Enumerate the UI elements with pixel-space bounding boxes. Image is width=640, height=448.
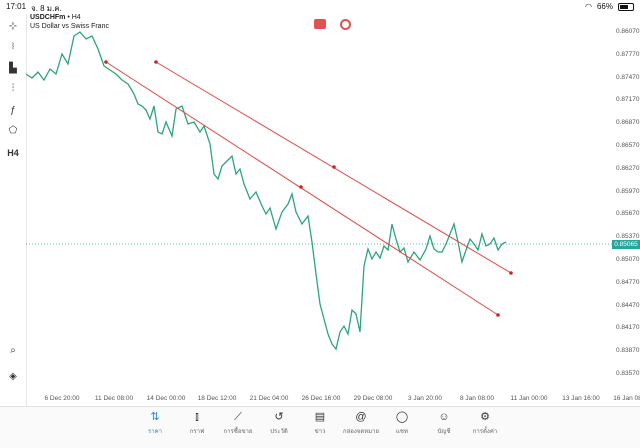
- nav-settings[interactable]: ⚙ การตั้งค่า: [465, 410, 505, 436]
- time-tick: 18 Dec 12:00: [197, 395, 237, 402]
- nav-label: ข่าว: [314, 429, 326, 435]
- history-icon: ↺: [274, 411, 284, 423]
- nav-history[interactable]: ↺ ประวัติ: [259, 410, 299, 436]
- nav-label: ประวัติ: [270, 429, 288, 435]
- chat-icon: ◯: [395, 411, 409, 423]
- nav-label: แชท: [396, 429, 408, 435]
- nav-label: การตั้งค่า: [472, 429, 498, 435]
- nav-label: การซื้อขาย: [223, 429, 253, 435]
- channel-lower-line[interactable]: [105, 61, 499, 316]
- time-tick: 11 Dec 08:00: [94, 395, 134, 402]
- price-tick: 0.85670: [616, 210, 640, 218]
- price-tick: 0.86270: [616, 164, 640, 172]
- price-tick: 0.84170: [616, 324, 640, 332]
- user-icon: ☺: [438, 411, 450, 423]
- nav-chart[interactable]: ⫾ กราฟ: [177, 410, 217, 436]
- price-tick: 0.86570: [616, 142, 640, 149]
- drawing-toolbar: ⊹ ⧘ ▙ ⫶ ƒ ⬠ H4 ⌕ ◈: [0, 14, 27, 406]
- news-icon: ▤: [314, 411, 326, 423]
- status-right: ◠ 66%: [585, 2, 634, 11]
- bottom-navigation: ⇅ ราคา ⫾ กราฟ ⟋ การซื้อขาย ↺ ประวัติ ▤ ข่าว @ กล่อง…: [0, 406, 640, 448]
- time-tick: 21 Dec 04:00: [249, 395, 289, 402]
- battery-icon: [618, 2, 634, 11]
- wifi-icon: ◠: [585, 2, 592, 11]
- channel-anchor-point[interactable]: [104, 60, 108, 64]
- time-tick: 13 Jan 16:00: [562, 395, 600, 402]
- bars-icon[interactable]: ▙: [6, 62, 20, 76]
- timeframe-label[interactable]: H4: [6, 146, 20, 160]
- at-icon: @: [355, 411, 367, 423]
- objects-icon[interactable]: ⬠: [6, 124, 20, 138]
- price-tick: 0.83870: [616, 347, 640, 355]
- nav-label: กราฟ: [189, 429, 205, 435]
- nav-label: ราคา: [148, 429, 162, 435]
- function-icon[interactable]: ƒ: [6, 104, 20, 118]
- candles-icon: ⫾: [195, 411, 199, 423]
- channel-anchor-point[interactable]: [509, 271, 513, 275]
- gear-icon: ⚙: [480, 411, 490, 423]
- nav-trade[interactable]: ⟋ การซื้อขาย: [218, 410, 258, 436]
- nav-news[interactable]: ▤ ข่าว: [300, 410, 340, 436]
- battery-percent: 66%: [596, 2, 613, 11]
- nav-account[interactable]: ☺ บัญชี: [424, 410, 464, 436]
- channel-anchor-point[interactable]: [332, 165, 336, 169]
- crosshair-tool-icon[interactable]: ⊹: [6, 20, 20, 34]
- current-price-label: 0.85065: [612, 240, 640, 249]
- nav-quotes[interactable]: ⇅ ราคา: [135, 410, 175, 436]
- time-tick: 16 Jan 08:00: [613, 395, 640, 402]
- price-line: [26, 31, 507, 351]
- price-tick: 0.84770: [616, 278, 640, 286]
- time-tick: 3 Jan 20:00: [408, 395, 442, 402]
- ohlc-icon[interactable]: ⫶: [6, 82, 20, 96]
- nav-label: กล่องจดหมาย: [342, 429, 380, 435]
- time-tick: 11 Jan 00:00: [510, 395, 548, 402]
- candles-icon[interactable]: ⧘: [6, 40, 20, 54]
- clock: 17:01: [6, 2, 27, 11]
- price-tick: 0.85970: [616, 187, 640, 195]
- time-tick: 29 Dec 08:00: [353, 395, 393, 402]
- price-tick: 0.84470: [616, 301, 640, 309]
- status-bar: 17:01 จ. 8 ม.ค. ◠ 66%: [0, 0, 640, 13]
- nav-label: บัญชี: [437, 429, 451, 435]
- price-tick: 0.83570: [616, 370, 640, 377]
- price-tick: 0.87470: [616, 73, 640, 81]
- channel-anchor-point[interactable]: [154, 60, 158, 64]
- price-chart[interactable]: [26, 14, 614, 392]
- time-tick: 8 Jan 08:00: [460, 395, 494, 402]
- channel-anchor-point[interactable]: [299, 185, 303, 189]
- time-tick: 26 Dec 16:00: [301, 395, 341, 402]
- time-tick: 6 Dec 20:00: [44, 395, 80, 402]
- price-tick: 0.86870: [616, 119, 640, 127]
- trend-icon: ⟋: [234, 411, 242, 423]
- time-tick: 14 Dec 00:00: [146, 395, 186, 402]
- nav-chat[interactable]: ◯ แชท: [382, 410, 422, 436]
- channel-anchor-point[interactable]: [496, 313, 500, 317]
- zoom-icon[interactable]: ⌕: [6, 344, 20, 358]
- time-axis: 6 Dec 20:00 11 Dec 08:00 14 Dec 00:00 18 De…: [26, 392, 640, 404]
- app-logo-icon[interactable]: ◈: [6, 370, 20, 384]
- price-tick: 0.87170: [616, 96, 640, 104]
- arrows-icon: ⇅: [150, 411, 160, 423]
- price-axis: 0.86070 0.87770 0.87470 0.87170 0.86870 0.865…: [614, 14, 640, 392]
- nav-mailbox[interactable]: @ กล่องจดหมาย: [341, 410, 381, 436]
- price-tick: 0.87770: [616, 50, 640, 58]
- price-tick: 0.85070: [616, 256, 640, 263]
- price-tick: 0.86070: [616, 28, 640, 35]
